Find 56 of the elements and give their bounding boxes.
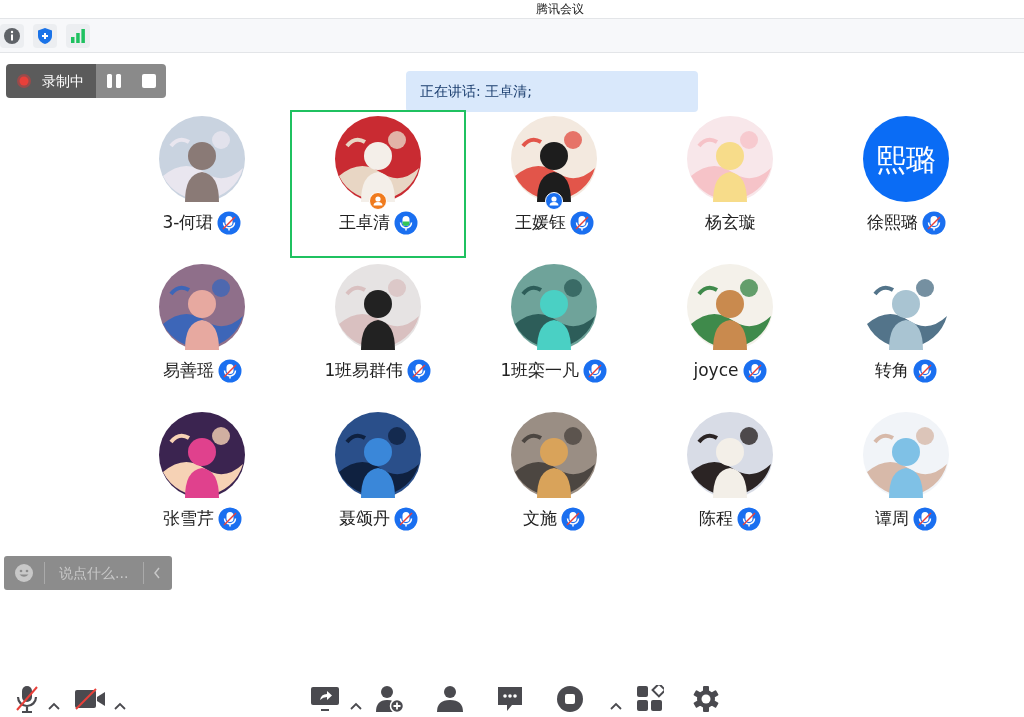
window-title: 腾讯会议	[535, 1, 585, 18]
participant-name: 1班栾一凡	[500, 359, 580, 382]
chat-input-field[interactable]: 说点什么...	[44, 562, 144, 584]
stop-icon	[556, 684, 584, 713]
stop-icon	[141, 73, 157, 89]
chat-icon	[496, 684, 524, 713]
person-icon	[436, 684, 464, 713]
caret-button[interactable]	[610, 701, 622, 710]
pause-icon	[105, 73, 123, 89]
participant-name: 杨玄璇	[704, 211, 756, 234]
record-dot-icon	[16, 73, 32, 89]
smiley-icon	[14, 563, 34, 583]
muted-mic-icon	[14, 683, 40, 714]
share-screen-button[interactable]	[310, 685, 340, 712]
invite-button[interactable]	[376, 684, 404, 713]
caret-icon	[350, 701, 362, 710]
settings-button[interactable]	[692, 684, 720, 713]
muted-camera-icon	[74, 686, 106, 711]
chevron-left-icon	[153, 567, 161, 579]
participant-name: 徐熙璐	[866, 211, 918, 234]
add-person-icon	[376, 684, 404, 713]
caret-icon	[114, 701, 126, 710]
caret-icon	[48, 701, 60, 710]
caret-button[interactable]	[114, 701, 126, 710]
participant-name: 聂颂丹	[338, 507, 390, 530]
settings-icon	[692, 684, 720, 713]
apps-button[interactable]	[636, 684, 664, 713]
caret-icon	[610, 701, 622, 710]
participant-name: 转角	[875, 359, 909, 382]
participant-name: 王卓清	[338, 211, 390, 234]
shield-button[interactable]	[33, 23, 57, 48]
recording-label: 录制中	[42, 71, 84, 91]
info-button[interactable]	[0, 23, 24, 48]
participant-name: 张雪芹	[162, 507, 214, 530]
participant-name: joyce	[693, 359, 739, 382]
caret-button[interactable]	[48, 701, 60, 710]
apps-grid-icon	[636, 684, 664, 713]
screen-share-icon	[310, 685, 340, 712]
chat-button[interactable]	[496, 684, 524, 713]
participant-name: 1班易群伟	[324, 359, 404, 382]
members-button[interactable]	[436, 684, 464, 713]
signal-icon	[69, 26, 87, 45]
participant-name: 易善瑶	[162, 359, 214, 382]
mute-button[interactable]	[14, 683, 40, 714]
participant-name: 文施	[523, 507, 557, 530]
caret-button[interactable]	[350, 701, 362, 710]
participant-name: 王媛钰	[514, 211, 566, 234]
speaking-banner: 正在讲话: 王卓清;	[406, 71, 698, 112]
participant-name: 谭周	[875, 507, 909, 530]
video-button[interactable]	[74, 686, 106, 711]
avatar: 熙璐	[863, 116, 949, 202]
participant-name: 陈程	[699, 507, 733, 530]
info-icon	[3, 26, 21, 45]
participant-name: 3-何珺	[162, 211, 214, 234]
shield-icon	[36, 26, 54, 45]
record-button[interactable]	[556, 684, 584, 713]
